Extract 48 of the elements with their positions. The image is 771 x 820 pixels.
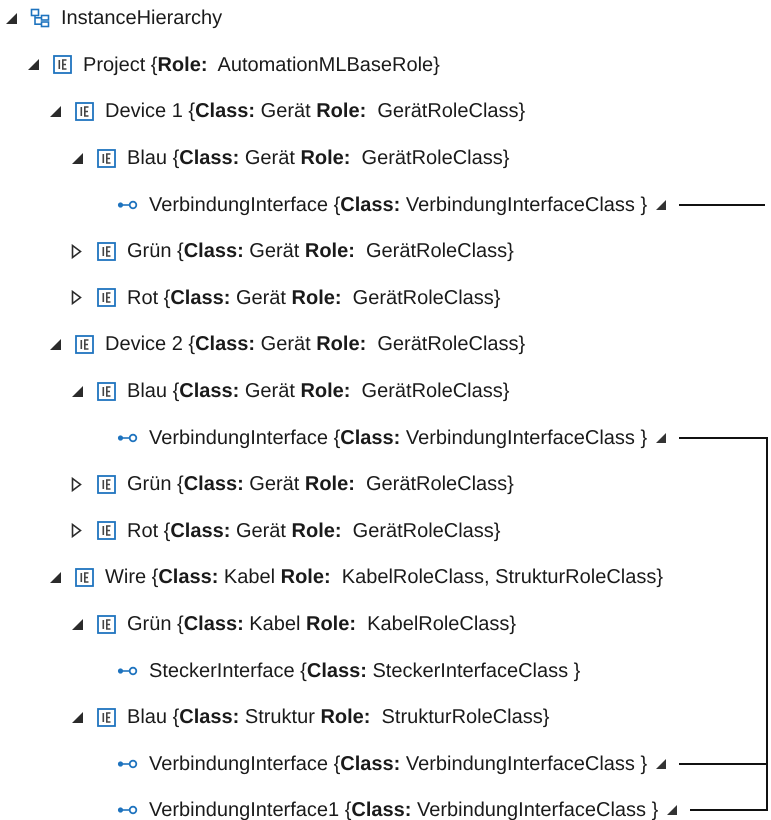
tree-item-label[interactable]: Grün {Class: Gerät Role: GerätRoleClass} xyxy=(127,469,514,500)
interface-icon xyxy=(117,432,139,443)
expanded-arrow-icon[interactable] xyxy=(49,338,62,351)
collapsed-arrow-icon[interactable] xyxy=(71,523,82,538)
hierarchy-icon xyxy=(30,8,50,28)
element-icon xyxy=(96,148,116,168)
element-icon xyxy=(96,288,116,308)
expanded-arrow-icon[interactable] xyxy=(49,104,62,118)
element-icon xyxy=(96,474,116,494)
expanded-arrow-icon[interactable] xyxy=(71,152,84,165)
element-icon xyxy=(96,521,116,540)
tree-item-label[interactable]: Device 2 {Class: Gerät Role: GerätRoleClass} xyxy=(105,329,526,360)
tree-item-label[interactable]: Device 1 {Class: Gerät Role: GerätRoleClass} xyxy=(105,96,526,126)
element-icon xyxy=(74,102,94,121)
expanded-arrow-icon[interactable] xyxy=(27,58,40,72)
tree-item-label[interactable]: Rot {Class: Gerät Role: GerätRoleClass} xyxy=(127,282,500,313)
expanded-arrow-icon[interactable] xyxy=(71,618,84,631)
tree-item-label[interactable]: VerbindungInterface {Class: VerbindungInterfaceClass } xyxy=(149,422,648,453)
tree-item-label[interactable]: Blau {Class: Struktur Role: StrukturRoleClass} xyxy=(127,702,550,732)
collapsed-arrow-icon[interactable] xyxy=(71,290,82,306)
tree-item-label[interactable]: InstanceHierarchy xyxy=(61,3,222,34)
interface-icon xyxy=(117,200,139,210)
expanded-arrow-icon[interactable] xyxy=(71,710,84,724)
interface-icon xyxy=(117,805,139,816)
tree-item-label[interactable]: Project {Role: AutomationMLBaseRole} xyxy=(83,50,440,80)
element-icon xyxy=(96,382,116,401)
collapsed-arrow-icon[interactable] xyxy=(71,476,82,492)
tree-item-label[interactable]: VerbindungInterface {Class: VerbindungInterfaceClass } xyxy=(149,748,648,779)
tree-item-label[interactable]: Grün {Class: Kabel Role: KabelRoleClass} xyxy=(127,609,516,640)
tree-item-label[interactable]: Blau {Class: Gerät Role: GerätRoleClass} xyxy=(127,143,510,174)
tree-item-label[interactable]: VerbindungInterface {Class: VerbindungInterfaceClass } xyxy=(149,190,648,220)
tree-item-label[interactable]: Wire {Class: Kabel Role: KabelRoleClass, StrukturRoleClass} xyxy=(105,562,664,592)
element-icon xyxy=(96,708,116,727)
element-icon xyxy=(52,55,72,74)
expanded-arrow-icon[interactable] xyxy=(49,570,62,584)
tree-item-label[interactable]: Blau {Class: Gerät Role: GerätRoleClass} xyxy=(127,376,510,406)
tree-item-label[interactable]: SteckerInterface {Class: SteckerInterfaceClass } xyxy=(149,656,580,686)
element-icon xyxy=(96,614,116,634)
tree-item-label[interactable]: Grün {Class: Gerät Role: GerätRoleClass} xyxy=(127,236,514,266)
tree-item-label[interactable]: Rot {Class: Gerät Role: GerätRoleClass} xyxy=(127,516,500,546)
element-icon xyxy=(96,242,116,261)
expanded-arrow-icon[interactable] xyxy=(5,12,18,25)
element-icon xyxy=(74,334,94,354)
expanded-arrow-icon[interactable] xyxy=(71,384,84,398)
element-icon xyxy=(74,568,94,587)
collapsed-arrow-icon[interactable] xyxy=(71,244,82,259)
interface-icon xyxy=(117,666,139,676)
interface-icon xyxy=(117,758,139,769)
